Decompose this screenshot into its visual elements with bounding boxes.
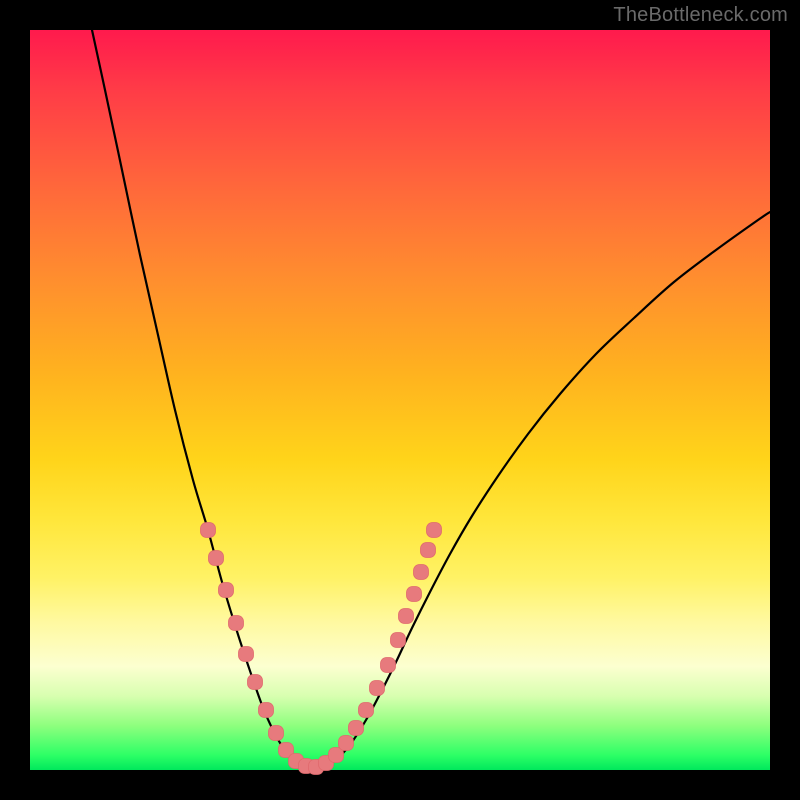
chart-stage: TheBottleneck.com	[0, 0, 800, 800]
plot-area	[30, 30, 770, 770]
curve-marker	[269, 726, 284, 741]
curve-marker	[209, 551, 224, 566]
curve-marker	[229, 616, 244, 631]
curve-marker	[359, 703, 374, 718]
curve-marker	[339, 736, 354, 751]
curve-marker	[421, 543, 436, 558]
curve-marker	[259, 703, 274, 718]
curve-marker	[414, 565, 429, 580]
bottleneck-curve	[92, 30, 770, 768]
curve-marker	[427, 523, 442, 538]
curve-marker	[248, 675, 263, 690]
marker-group	[201, 523, 442, 775]
curve-marker	[370, 681, 385, 696]
curve-marker	[381, 658, 396, 673]
curve-marker	[239, 647, 254, 662]
curve-marker	[201, 523, 216, 538]
curve-marker	[349, 721, 364, 736]
watermark-text: TheBottleneck.com	[613, 4, 788, 27]
curve-marker	[391, 633, 406, 648]
curve-marker	[407, 587, 422, 602]
curve-svg	[30, 30, 770, 770]
curve-marker	[219, 583, 234, 598]
curve-marker	[399, 609, 414, 624]
